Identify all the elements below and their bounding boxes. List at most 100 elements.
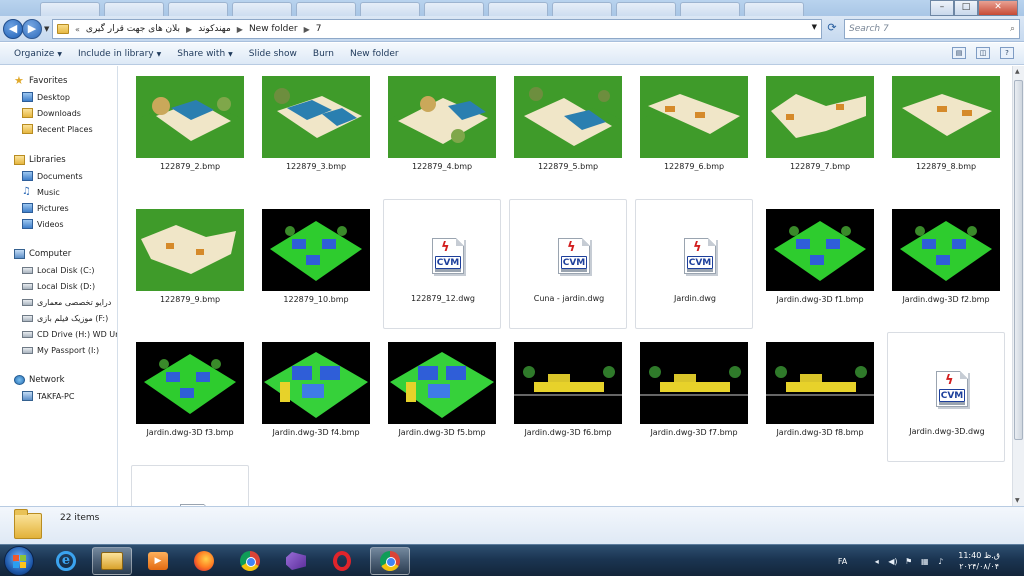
close-button[interactable]: ✕: [978, 0, 1018, 16]
address-dropdown-icon[interactable]: ▼: [812, 23, 817, 31]
back-button[interactable]: ◀: [3, 19, 23, 39]
breadcrumb-segment-4[interactable]: 7: [316, 24, 322, 34]
burn-button[interactable]: Burn: [305, 49, 342, 59]
nav-disk-d[interactable]: Local Disk (D:): [22, 279, 95, 293]
taskbar-firefox[interactable]: [184, 547, 224, 575]
organize-button[interactable]: Organize ▼: [6, 49, 70, 59]
file-item[interactable]: Jardin.dwg-3D f7.bmp: [635, 334, 753, 464]
nav-pictures[interactable]: Pictures: [22, 201, 69, 215]
start-button[interactable]: [4, 546, 34, 576]
file-item[interactable]: 122879_8.bmp: [887, 68, 1005, 198]
speaker-icon[interactable]: ♪: [936, 557, 945, 566]
volume-icon[interactable]: ◀): [888, 557, 897, 566]
file-item[interactable]: 122879_2.bmp: [131, 68, 249, 198]
file-item[interactable]: Jardin.dwg-3D f3.bmp: [131, 334, 249, 464]
nav-takfa-pc[interactable]: TAKFA-PC: [22, 389, 74, 403]
language-indicator[interactable]: FA: [838, 557, 847, 566]
file-item[interactable]: 122879_6.bmp: [635, 68, 753, 198]
scroll-down-icon[interactable]: ▼: [1015, 497, 1020, 504]
file-item[interactable]: 122879_4.bmp: [383, 68, 501, 198]
file-item[interactable]: ϟ CVM 122879_12.dwg: [383, 199, 501, 329]
file-name: Jardin.dwg-3D.dwg: [909, 427, 985, 436]
nav-network[interactable]: Network: [14, 373, 65, 387]
file-thumbnail: [766, 209, 874, 291]
file-item[interactable]: Jardin.dwg-3D f4.bmp: [257, 334, 375, 464]
share-with-button[interactable]: Share with ▼: [169, 49, 241, 59]
file-item[interactable]: Jardin.dwg-3D f5.bmp: [383, 334, 501, 464]
chrome-icon: [240, 551, 260, 571]
recent-pages-dropdown[interactable]: ▼: [44, 25, 49, 33]
file-item[interactable]: 122879_9.bmp: [131, 201, 249, 331]
search-input[interactable]: Search 7 ⌕: [844, 19, 1020, 39]
nav-disk-i[interactable]: My Passport (I:): [22, 343, 99, 357]
breadcrumb-separator-icon[interactable]: ▶: [186, 25, 192, 34]
nav-documents[interactable]: Documents: [22, 169, 83, 183]
minimize-button[interactable]: –: [930, 0, 954, 16]
help-icon[interactable]: ?: [1000, 47, 1014, 59]
breadcrumb-segment-1[interactable]: بلان های جهت قرار گیری: [86, 24, 180, 34]
desktop-icon: [22, 92, 33, 102]
nav-recent-places[interactable]: Recent Places: [22, 122, 93, 136]
file-item[interactable]: ϟ CVM Jardin.dwg-3D.dwg: [887, 332, 1005, 462]
clock[interactable]: 11:40 ق.ظ ۲۰۲۴/۰۸/۰۴: [958, 550, 1000, 572]
taskbar-internet-explorer[interactable]: e: [46, 547, 86, 575]
preview-pane-icon[interactable]: ◫: [976, 47, 990, 59]
network-status-icon[interactable]: ▦: [920, 557, 929, 566]
file-item[interactable]: Jardin.dwg-3D f2.bmp: [887, 201, 1005, 331]
nav-disk-h[interactable]: CD Drive (H:) WD Ur: [22, 327, 117, 341]
breadcrumb-segment-2[interactable]: مهندکوند: [198, 24, 231, 34]
file-item[interactable]: Jardin.dwg-3D f6.bmp: [509, 334, 627, 464]
nav-disk-e[interactable]: درایو تخصصی معماری: [22, 295, 111, 309]
forward-button[interactable]: ▶: [22, 19, 42, 39]
nav-desktop[interactable]: Desktop: [22, 90, 70, 104]
firefox-icon: [194, 551, 214, 571]
include-in-library-button[interactable]: Include in library ▼: [70, 49, 169, 59]
nav-disk-c[interactable]: Local Disk (C:): [22, 263, 95, 277]
command-bar: Organize ▼ Include in library ▼ Share with…: [0, 43, 1024, 65]
refresh-icon[interactable]: ⟳: [824, 21, 840, 37]
file-item[interactable]: Jardin.dwg-3D f1.bmp: [761, 201, 879, 331]
nav-music[interactable]: ♫ Music: [22, 185, 60, 199]
address-bar[interactable]: « بلان های جهت قرار گیری ▶ مهندکوند ▶ Ne…: [52, 19, 822, 39]
file-item[interactable]: 122879_3.bmp: [257, 68, 375, 198]
search-icon[interactable]: ⌕: [1010, 20, 1015, 38]
breadcrumb-segment-3[interactable]: New folder: [249, 24, 298, 34]
taskbar-opera[interactable]: [322, 547, 362, 575]
taskbar-media-player[interactable]: ▶: [138, 547, 178, 575]
file-item[interactable]: ϟ CVM Cuna - jardin.dwg: [509, 199, 627, 329]
taskbar-chrome-profile[interactable]: [370, 547, 410, 575]
nav-computer[interactable]: Computer: [14, 247, 71, 261]
action-center-flag-icon[interactable]: ⚑: [904, 557, 913, 566]
file-item[interactable]: Jardin.dwg-3D f8.bmp: [761, 334, 879, 464]
breadcrumb-separator-icon[interactable]: ▶: [304, 25, 310, 34]
file-thumbnail: [514, 76, 622, 158]
show-hidden-icons-icon[interactable]: ◂: [872, 557, 881, 566]
file-item[interactable]: ϟ CVM Jardin.dwg: [635, 199, 753, 329]
file-item[interactable]: 122879_10.bmp: [257, 201, 375, 331]
nav-downloads[interactable]: Downloads: [22, 106, 81, 120]
file-item[interactable]: 122879_7.bmp: [761, 68, 879, 198]
file-name: 122879_6.bmp: [663, 162, 725, 171]
nav-videos[interactable]: Videos: [22, 217, 64, 231]
new-folder-button[interactable]: New folder: [342, 49, 407, 59]
taskbar-windows-explorer[interactable]: [92, 547, 132, 575]
taskbar-chrome[interactable]: [230, 547, 270, 575]
nav-disk-f[interactable]: موزیک فیلم بازی (F:): [22, 311, 108, 325]
vertical-scrollbar[interactable]: ▲ ▼: [1012, 66, 1024, 506]
chevron-down-icon: ▼: [156, 50, 162, 58]
maximize-button[interactable]: □: [954, 0, 978, 16]
breadcrumb-separator-icon[interactable]: ▶: [237, 25, 243, 34]
file-name: 122879_9.bmp: [159, 295, 221, 304]
file-thumbnail: ϟCVM: [893, 341, 1001, 423]
taskbar-visual-studio[interactable]: [276, 547, 316, 575]
scroll-up-icon[interactable]: ▲: [1015, 68, 1020, 75]
view-options-icon[interactable]: ▤: [952, 47, 966, 59]
scrollbar-thumb[interactable]: [1014, 80, 1023, 440]
chrome-icon: [380, 551, 400, 571]
file-item[interactable]: ϟCVM: [131, 465, 249, 506]
slide-show-button[interactable]: Slide show: [241, 49, 305, 59]
clock-date: ۲۰۲۴/۰۸/۰۴: [959, 562, 999, 571]
file-item[interactable]: 122879_5.bmp: [509, 68, 627, 198]
nav-favorites[interactable]: ★ Favorites: [14, 74, 67, 88]
nav-libraries[interactable]: Libraries: [14, 153, 66, 167]
